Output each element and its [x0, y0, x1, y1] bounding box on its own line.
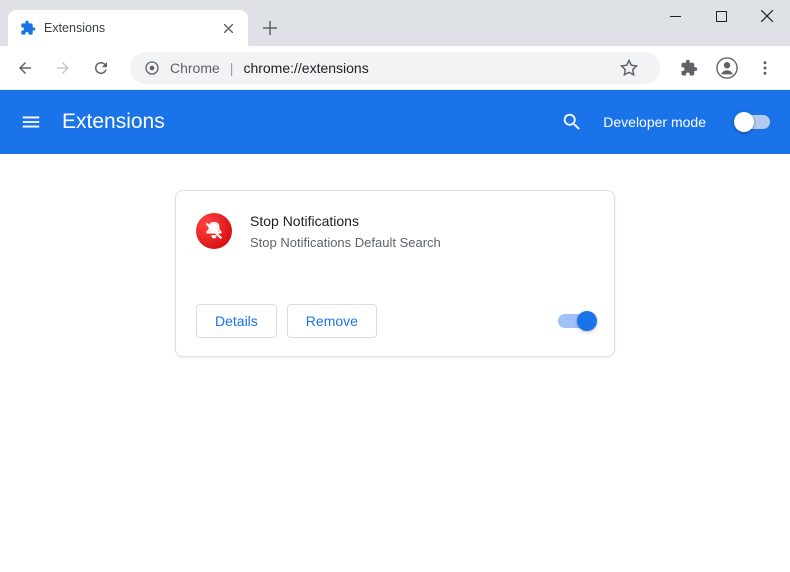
extension-enable-toggle[interactable] — [558, 314, 594, 328]
forward-button — [46, 51, 80, 85]
developer-mode-toggle[interactable] — [734, 115, 770, 129]
address-bar[interactable]: Chrome | chrome://extensions — [130, 52, 660, 84]
developer-mode-label: Developer mode — [603, 114, 706, 130]
bookmark-star-icon[interactable] — [612, 51, 646, 85]
back-button[interactable] — [8, 51, 42, 85]
hamburger-menu-icon[interactable] — [20, 111, 42, 133]
minimize-button[interactable] — [652, 0, 698, 32]
tab-title: Extensions — [44, 21, 212, 35]
omnibox-separator: | — [230, 60, 234, 76]
extensions-puzzle-icon[interactable] — [672, 51, 706, 85]
close-window-button[interactable] — [744, 0, 790, 32]
extension-description: Stop Notifications Default Search — [250, 235, 594, 250]
remove-button[interactable]: Remove — [287, 304, 377, 338]
chrome-icon — [144, 60, 160, 76]
details-button[interactable]: Details — [196, 304, 277, 338]
omnibox-prefix: Chrome — [170, 60, 220, 76]
extensions-header: Extensions Developer mode — [0, 90, 790, 154]
extension-card: Stop Notifications Stop Notifications De… — [175, 190, 615, 357]
toggle-knob — [734, 112, 754, 132]
search-icon[interactable] — [561, 111, 583, 133]
extension-icon — [196, 213, 232, 249]
extensions-content: Stop Notifications Stop Notifications De… — [0, 154, 790, 393]
kebab-menu-icon[interactable] — [748, 51, 782, 85]
browser-toolbar: Chrome | chrome://extensions — [0, 46, 790, 90]
new-tab-button[interactable] — [256, 14, 284, 42]
profile-avatar-icon[interactable] — [710, 51, 744, 85]
browser-tab[interactable]: Extensions — [8, 10, 248, 46]
omnibox-url: chrome://extensions — [243, 60, 368, 76]
close-tab-button[interactable] — [220, 20, 236, 36]
window-controls — [652, 0, 790, 32]
extension-name: Stop Notifications — [250, 213, 594, 229]
page-title: Extensions — [62, 110, 165, 134]
toggle-knob — [577, 311, 597, 331]
maximize-button[interactable] — [698, 0, 744, 32]
reload-button[interactable] — [84, 51, 118, 85]
puzzle-icon — [20, 20, 36, 36]
